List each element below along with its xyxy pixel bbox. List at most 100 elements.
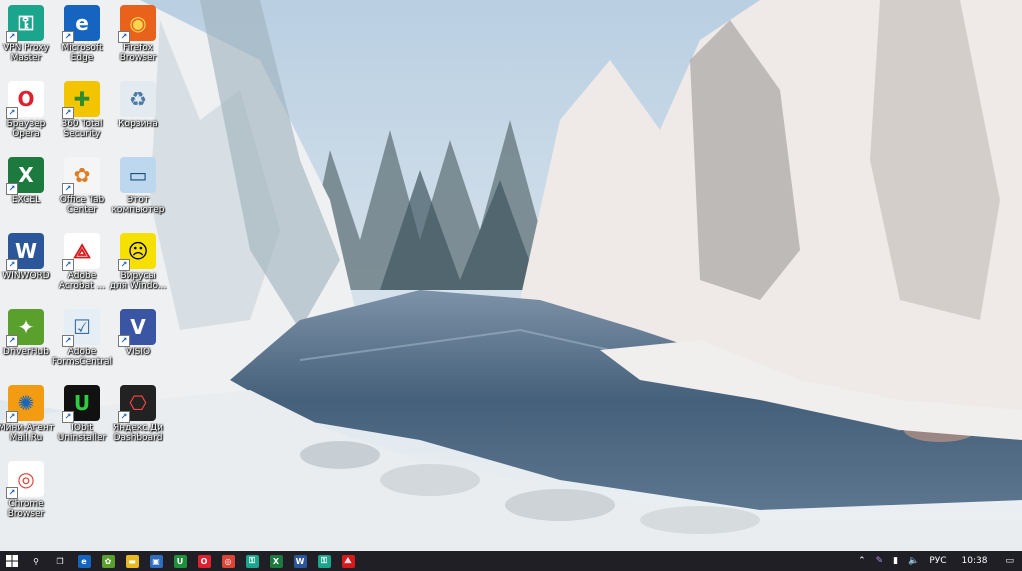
taskbar-opera-button[interactable]: O: [192, 551, 216, 571]
shortcut-arrow-icon: ↗: [6, 31, 18, 43]
shortcut-arrow-icon: ↗: [6, 335, 18, 347]
shortcut-arrow-icon: ↗: [62, 335, 74, 347]
shortcut-arrow-icon: ↗: [118, 335, 130, 347]
desktop-icon-label: Этот компьютер: [111, 195, 165, 215]
firefox-shortcut[interactable]: ◉ ↗ Firefox Browser: [108, 2, 168, 76]
desktop-icon-label: Adobe FormsCentral: [51, 347, 113, 367]
taskbar-word-button[interactable]: W: [288, 551, 312, 571]
adobe-formscentral-icon: ☑ ↗: [62, 309, 100, 347]
desktop-icon-label: Office Tab Center: [59, 195, 105, 215]
taskbar-file-explorer-button[interactable]: ▬: [120, 551, 144, 571]
visio-icon: V ↗: [118, 309, 156, 347]
driverhub-icon: ✦ ↗: [6, 309, 44, 347]
taskbar-edge-button[interactable]: e: [72, 551, 96, 571]
desktop-icon-label: Вирусы для Windo...: [109, 271, 167, 291]
action-center-icon[interactable]: ▭: [997, 551, 1022, 571]
taskbar-edge-icon: e: [77, 554, 91, 568]
shortcut-arrow-icon: ↗: [62, 411, 74, 423]
desktop-icon-label: VISIO: [125, 347, 151, 357]
vpn-proxy-master-shortcut[interactable]: ⚿ ↗ VPN Proxy Master: [0, 2, 56, 76]
taskbar-iobit-icon: U: [173, 554, 187, 568]
search-icon: ⚲: [33, 556, 39, 566]
desktop-icon-label: Adobe Acrobat ...: [58, 271, 106, 291]
task-view-button[interactable]: ❐: [48, 551, 72, 571]
mail-ru-agent-icon: ✺ ↗: [6, 385, 44, 423]
microsoft-edge-shortcut[interactable]: e ↗ Microsoft Edge: [52, 2, 112, 76]
taskbar-chrome-button[interactable]: ◎: [216, 551, 240, 571]
input-language-indicator[interactable]: РУС: [924, 551, 951, 571]
recycle-bin-shortcut[interactable]: ♻ Корзина: [108, 78, 168, 152]
desktop-icon-label: Firefox Browser: [119, 43, 157, 63]
office-tab-center-shortcut[interactable]: ✿ ↗ Office Tab Center: [52, 154, 112, 228]
taskbar-acrobat-icon: ⟁: [341, 554, 355, 568]
yandex-dashboard-icon: ⎔ ↗: [118, 385, 156, 423]
winword-icon: W ↗: [6, 233, 44, 271]
desktop-icon-label: Яндекс.Ди Dashboard: [112, 423, 164, 443]
shortcut-arrow-icon: ↗: [62, 107, 74, 119]
taskbar-opera-icon: O: [197, 554, 211, 568]
adobe-acrobat-icon: ⟁ ↗: [62, 233, 100, 271]
taskbar-file-explorer-icon: ▬: [125, 554, 139, 568]
driverhub-shortcut[interactable]: ✦ ↗ DriverHub: [0, 306, 56, 380]
taskbar-iobit-button[interactable]: U: [168, 551, 192, 571]
taskbar-office-tab-button[interactable]: ✿: [96, 551, 120, 571]
taskbar-store-button[interactable]: ▣: [144, 551, 168, 571]
mail-ru-agent-shortcut[interactable]: ✺ ↗ Мини-Агент Mail.Ru: [0, 382, 56, 456]
microsoft-edge-icon: e ↗: [62, 5, 100, 43]
adobe-acrobat-shortcut[interactable]: ⟁ ↗ Adobe Acrobat ...: [52, 230, 112, 304]
taskbar-vpn-button[interactable]: ⚿: [240, 551, 264, 571]
shortcut-arrow-icon: ↗: [62, 259, 74, 271]
windows-start-icon[interactable]: [0, 551, 24, 571]
excel-shortcut[interactable]: X ↗ EXCEL: [0, 154, 56, 228]
shortcut-arrow-icon: ↗: [62, 183, 74, 195]
shortcut-arrow-icon: ↗: [6, 487, 18, 499]
volume-icon[interactable]: 🔈: [903, 551, 924, 571]
shortcut-arrow-icon: ↗: [6, 259, 18, 271]
clock-time[interactable]: 10:38: [952, 551, 998, 571]
windows-viruses-shortcut[interactable]: ☹ ↗ Вирусы для Windo...: [108, 230, 168, 304]
desktop[interactable]: ⚿ ↗ VPN Proxy Master e ↗ Microsoft Edge ◉ ↗ Fire…: [0, 0, 1022, 551]
task-view-icon: ❐: [56, 556, 64, 566]
taskbar-acrobat-button[interactable]: ⟁: [336, 551, 360, 571]
taskbar-excel-button[interactable]: X: [264, 551, 288, 571]
taskbar-vpn-icon: ⚿: [245, 554, 259, 568]
vpn-proxy-master-icon: ⚿ ↗: [6, 5, 44, 43]
adobe-formscentral-shortcut[interactable]: ☑ ↗ Adobe FormsCentral: [52, 306, 112, 380]
chrome-icon: ◎ ↗: [6, 461, 44, 499]
yandex-dashboard-shortcut[interactable]: ⎔ ↗ Яндекс.Ди Dashboard: [108, 382, 168, 456]
360-total-security-shortcut[interactable]: ✚ ↗ 360 Total Security: [52, 78, 112, 152]
shortcut-arrow-icon: ↗: [6, 411, 18, 423]
winword-shortcut[interactable]: W ↗ WINWORD: [0, 230, 56, 304]
desktop-icon-label: IObit Uninstaller: [57, 423, 107, 443]
chrome-shortcut[interactable]: ◎ ↗ Chrome Browser: [0, 458, 56, 532]
shortcut-arrow-icon: ↗: [62, 31, 74, 43]
desktop-icon-label: Chrome Browser: [7, 499, 45, 519]
show-hidden-icons-chevron-icon[interactable]: ⌃: [853, 551, 871, 571]
taskbar-excel-icon: X: [269, 554, 283, 568]
opera-shortcut[interactable]: O ↗ Браузер Opera: [0, 78, 56, 152]
windows-viruses-icon: ☹ ↗: [118, 233, 156, 271]
firefox-icon: ◉ ↗: [118, 5, 156, 43]
shortcut-arrow-icon: ↗: [118, 259, 130, 271]
opera-icon: O ↗: [6, 81, 44, 119]
shortcut-arrow-icon: ↗: [118, 31, 130, 43]
taskbar-store-icon: ▣: [149, 554, 163, 568]
taskbar-vpn2-button[interactable]: ⚿: [312, 551, 336, 571]
this-computer-shortcut[interactable]: ▭ Этот компьютер: [108, 154, 168, 228]
excel-icon: X ↗: [6, 157, 44, 195]
search-button[interactable]: ⚲: [24, 551, 48, 571]
system-tray: ⌃ ✎ ▮ 🔈 РУС 10:38 ▭: [853, 551, 1022, 571]
network-icon[interactable]: ▮: [888, 551, 903, 571]
shortcut-arrow-icon: ↗: [6, 183, 18, 195]
iobit-uninstaller-icon: U ↗: [62, 385, 100, 423]
visio-shortcut[interactable]: V ↗ VISIO: [108, 306, 168, 380]
taskbar-office-tab-icon: ✿: [101, 554, 115, 568]
this-computer-icon: ▭: [120, 157, 156, 193]
taskbar-vpn2-icon: ⚿: [317, 554, 331, 568]
pen-workspace-icon[interactable]: ✎: [871, 551, 889, 571]
desktop-icon-label: 360 Total Security: [61, 119, 103, 139]
shortcut-arrow-icon: ↗: [6, 107, 18, 119]
office-tab-center-icon: ✿ ↗: [62, 157, 100, 195]
taskbar-chrome-icon: ◎: [221, 554, 235, 568]
iobit-uninstaller-shortcut[interactable]: U ↗ IObit Uninstaller: [52, 382, 112, 456]
